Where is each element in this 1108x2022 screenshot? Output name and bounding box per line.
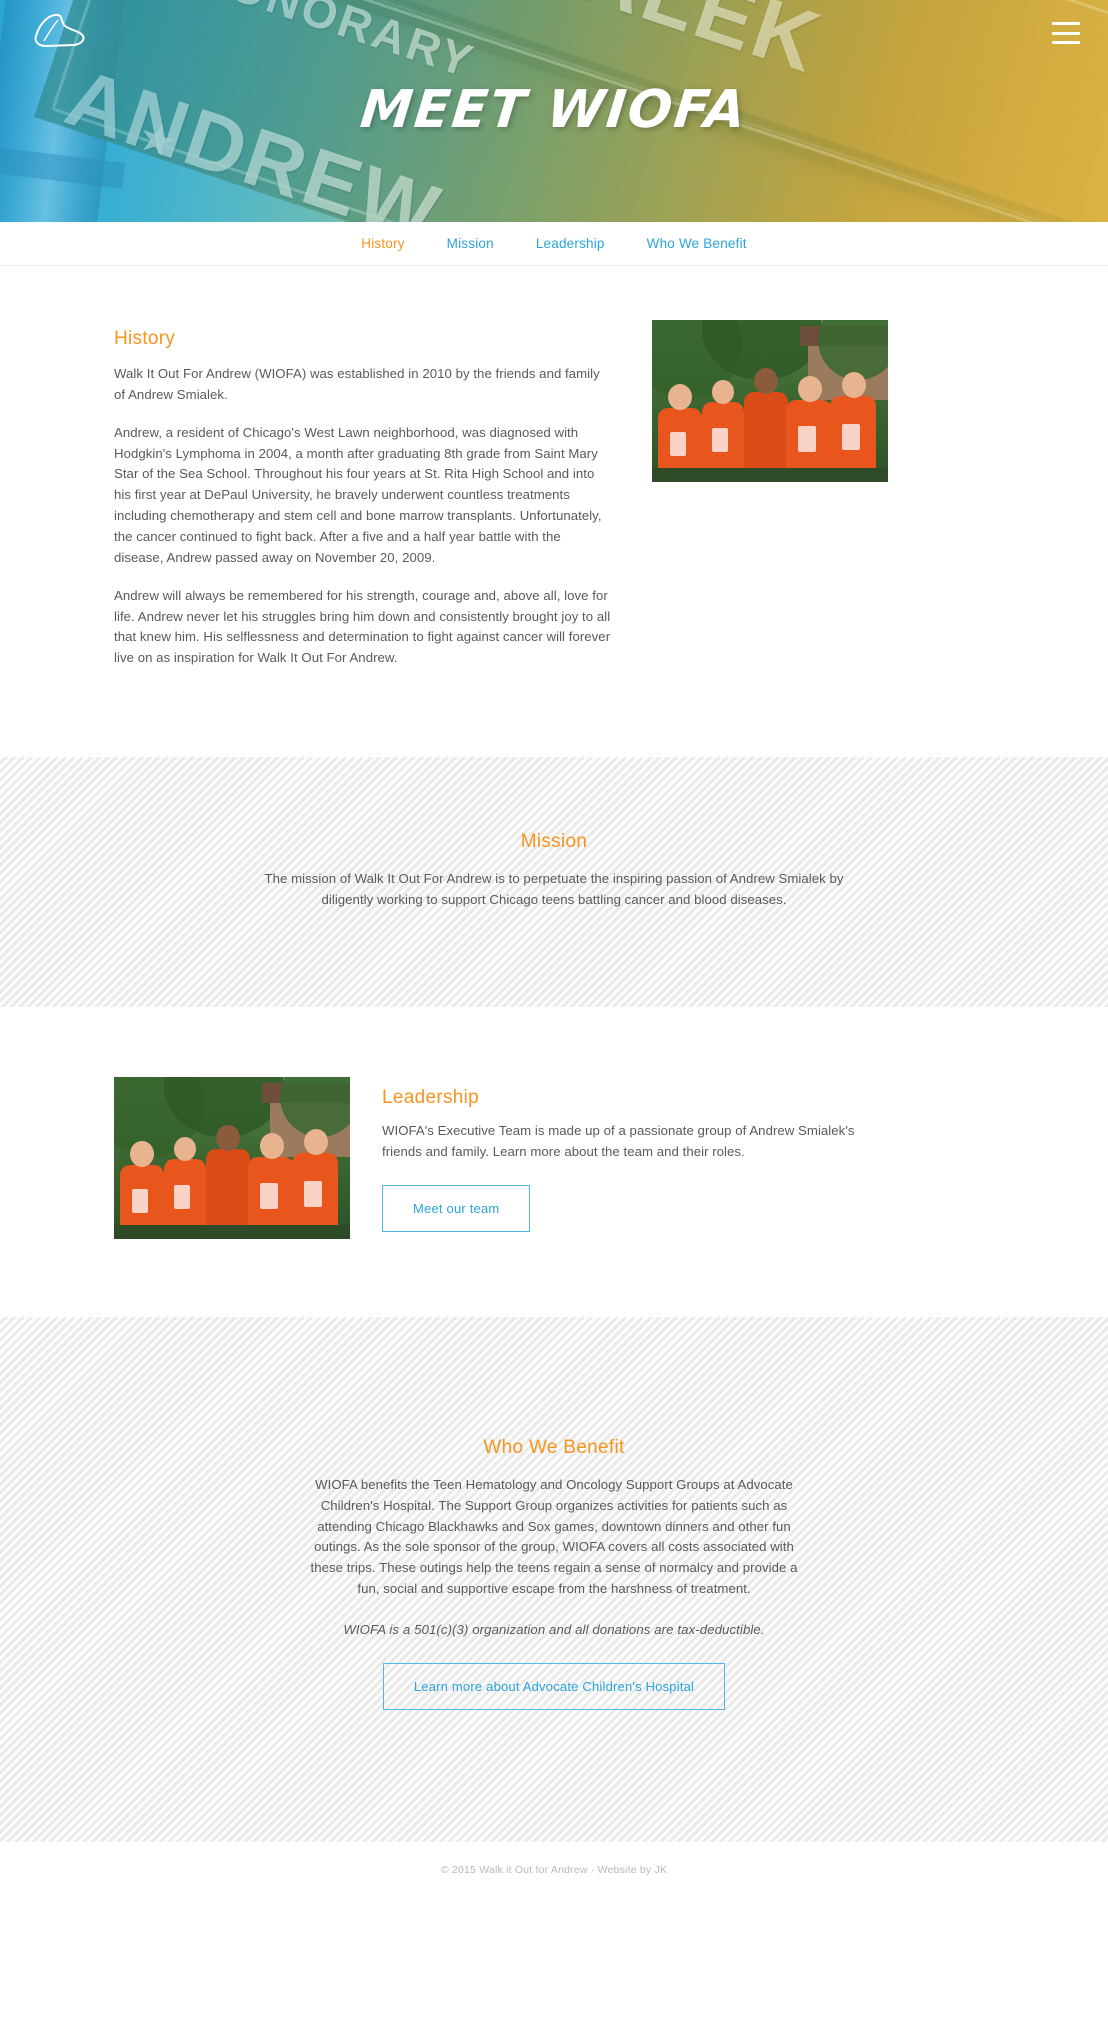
shoe-logo-icon[interactable] [30,10,88,56]
nav-item-who-we-benefit[interactable]: Who We Benefit [647,236,747,251]
leadership-text-column: Leadership WIOFA's Executive Team is mad… [382,1077,882,1232]
learn-more-hospital-button[interactable]: Learn more about Advocate Children's Hos… [382,1663,726,1711]
history-heading: History [114,328,176,349]
nav-item-mission[interactable]: Mission [447,236,494,251]
nav-item-history[interactable]: History [361,236,404,251]
leadership-heading: Leadership [382,1086,480,1108]
benefit-tax-note: WIOFA is a 501(c)(3) organization and al… [343,1622,765,1638]
section-nav: History Mission Leadership Who We Benefi… [0,222,1108,266]
history-text-column: History Walk It Out For Andrew (WIOFA) w… [114,328,614,669]
who-we-benefit-section: Who We Benefit WIOFA benefits the Teen H… [0,1316,1108,1843]
history-paragraph-2: Andrew, a resident of Chicago's West Law… [114,424,602,565]
benefit-text: WIOFA benefits the Teen Hematology and O… [310,1476,798,1597]
page-footer: © 2015 Walk it Out for Andrew · Website … [0,1842,1108,2022]
hero-banner: HONORARY SMIALEK ★ ANDREW MEET WIOFA [0,0,1108,222]
meet-our-team-button[interactable]: Meet our team [382,1184,531,1232]
hamburger-bar-2 [1052,31,1080,35]
history-team-photo [652,320,888,482]
leadership-section: Leadership WIOFA's Executive Team is mad… [0,1006,1108,1317]
footer-copyright: © 2015 Walk it Out for Andrew · Website … [440,1864,668,1877]
hamburger-bar-3 [1052,41,1080,44]
mission-section: Mission The mission of Walk It Out For A… [0,757,1108,1007]
nav-item-leadership[interactable]: Leadership [536,236,605,251]
history-paragraph-1: Walk It Out For Andrew (WIOFA) was estab… [114,366,600,402]
leadership-text: WIOFA's Executive Team is made up of a p… [382,1122,855,1159]
mission-heading: Mission [520,831,588,853]
leadership-team-photo [114,1076,350,1239]
mission-text: The mission of Walk It Out For Andrew is… [264,871,844,908]
hamburger-bar-1 [1052,22,1080,25]
page-title: MEET WIOFA [357,80,751,140]
hamburger-menu-icon[interactable] [1052,22,1080,44]
benefit-heading: Who We Benefit [483,1436,625,1458]
history-paragraph-3: Andrew will always be remembered for his… [114,587,611,666]
history-section: History Walk It Out For Andrew (WIOFA) w… [0,266,1108,758]
